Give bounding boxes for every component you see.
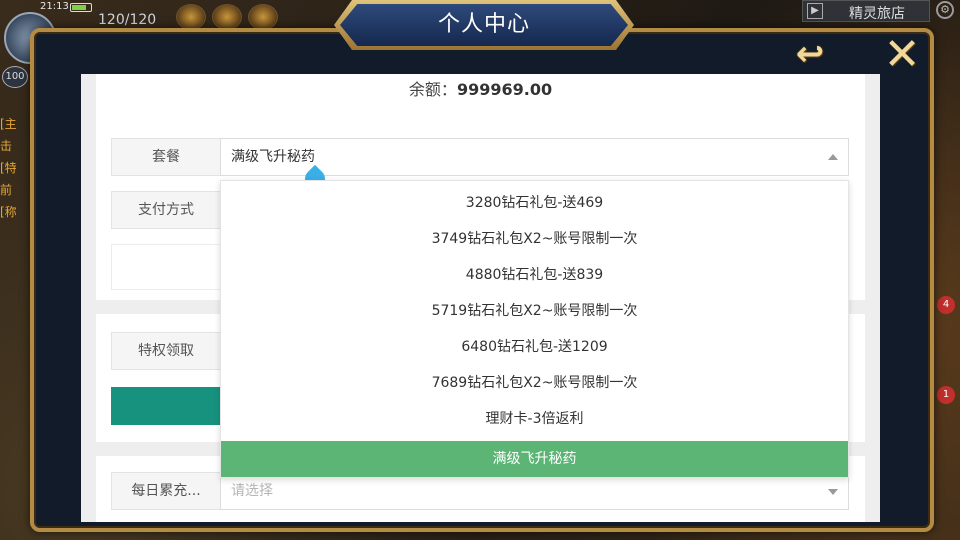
close-icon: ✕ bbox=[883, 28, 921, 80]
balance-display: 余额：999969.00 bbox=[81, 76, 880, 100]
event-icon[interactable] bbox=[176, 4, 206, 30]
quest-line: 前 bbox=[0, 183, 13, 197]
close-button[interactable]: ✕ bbox=[880, 29, 924, 80]
battle-icon[interactable] bbox=[212, 4, 242, 30]
quest-log-partial: [主 击 [特 前 [称 bbox=[0, 115, 30, 315]
daily-recharge-label: 每日累充... bbox=[111, 472, 221, 510]
settings-gear-icon[interactable]: ⚙ bbox=[936, 1, 954, 19]
balance-label: 余额： bbox=[408, 80, 457, 99]
quest-line: [特 bbox=[0, 161, 17, 175]
right-side-badges: 4 1 bbox=[932, 70, 960, 530]
player-level-badge: 100 bbox=[2, 66, 28, 88]
shop-button[interactable]: ▶ 精灵旅店 bbox=[802, 0, 930, 22]
hud-icon-bar bbox=[176, 4, 278, 30]
quest-line: 击 bbox=[0, 139, 13, 153]
reward-icon[interactable] bbox=[248, 4, 278, 30]
shop-label: 精灵旅店 bbox=[849, 6, 905, 22]
modal-title: 个人中心 bbox=[437, 12, 530, 37]
caret-up-icon bbox=[828, 154, 838, 160]
dropdown-option[interactable]: 5719钻石礼包X2~账号限制一次 bbox=[221, 293, 848, 329]
clock-text: 21:13 bbox=[40, 1, 69, 12]
dropdown-option[interactable]: 3749钻石礼包X2~账号限制一次 bbox=[221, 221, 848, 257]
expand-arrow-icon: ▶ bbox=[807, 3, 823, 19]
daily-recharge-placeholder: 请选择 bbox=[231, 483, 273, 499]
dropdown-option[interactable]: 7689钻石礼包X2~账号限制一次 bbox=[221, 365, 848, 401]
back-button[interactable]: ↩ bbox=[782, 34, 838, 74]
dropdown-option-selected[interactable]: 满级飞升秘药 bbox=[221, 441, 848, 477]
privilege-label: 特权领取 bbox=[111, 332, 221, 370]
stamina-text: 120/120 bbox=[98, 12, 157, 28]
quest-line: [主 bbox=[0, 117, 17, 131]
battery-icon bbox=[70, 3, 92, 12]
package-dropdown-list: 3280钻石礼包-送469 3749钻石礼包X2~账号限制一次 4880钻石礼包… bbox=[220, 180, 849, 478]
balance-value: 999969.00 bbox=[456, 80, 553, 99]
caret-down-icon bbox=[828, 489, 838, 495]
back-arrow-icon: ↩ bbox=[795, 34, 825, 74]
dropdown-option[interactable]: 6480钻石礼包-送1209 bbox=[221, 329, 848, 365]
dropdown-option[interactable]: 4880钻石礼包-送839 bbox=[221, 257, 848, 293]
notification-badge: 4 bbox=[937, 296, 955, 314]
quest-line: [称 bbox=[0, 205, 17, 219]
notification-badge: 1 bbox=[937, 386, 955, 404]
dropdown-option[interactable]: 3280钻石礼包-送469 bbox=[221, 185, 848, 221]
package-label: 套餐 bbox=[111, 138, 221, 176]
payment-method-label: 支付方式 bbox=[111, 191, 221, 229]
dropdown-option[interactable]: 理财卡-3倍返利 bbox=[221, 401, 848, 437]
package-select-value: 满级飞升秘药 bbox=[231, 149, 315, 165]
